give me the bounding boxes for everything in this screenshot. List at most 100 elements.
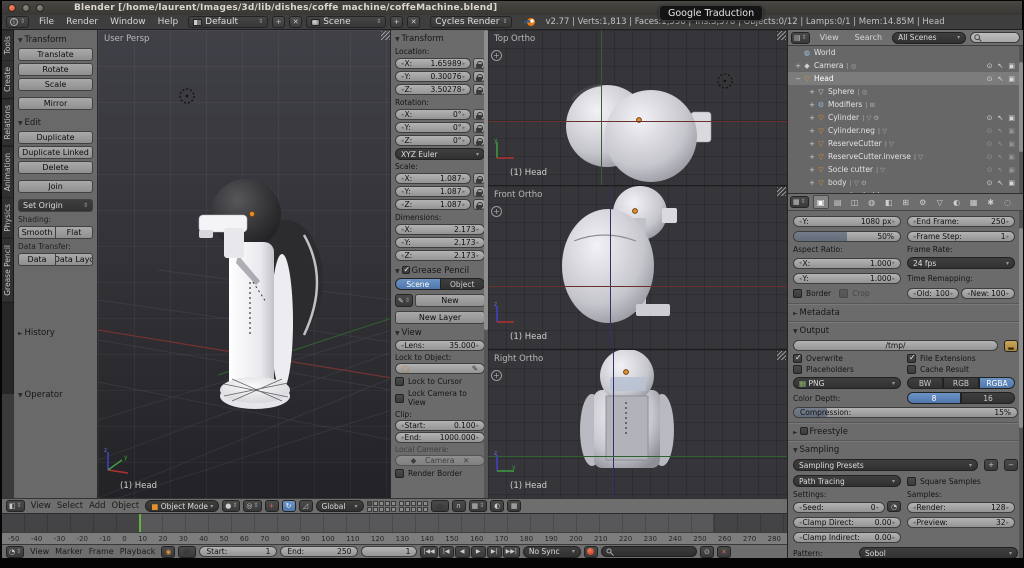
outliner-row[interactable]: + ▽ Socle cutter | ▽ ⊙ ↖ ▣ <box>788 163 1023 176</box>
expand-toggle-icon[interactable]: + <box>808 88 816 96</box>
edit-panel-header[interactable]: Edit <box>18 118 93 128</box>
sync-dropdown[interactable]: No Sync <box>522 545 581 558</box>
visibility-eye-icon[interactable]: ⊙ <box>987 75 993 83</box>
delete-keyframe-icon[interactable]: ✕ <box>716 545 731 558</box>
render-opengl-icon[interactable]: ◐ <box>490 500 505 512</box>
pivot-center-dropdown[interactable]: ◎ ⇕ <box>243 500 262 512</box>
expand-toggle-icon[interactable]: + <box>808 153 816 161</box>
manipulator-rotate-icon[interactable]: ↻ <box>281 500 296 512</box>
join-button[interactable]: Join <box>18 180 93 193</box>
close-scene-button[interactable]: ✕ <box>407 16 421 28</box>
visibility-eye-icon[interactable]: ⊙ <box>987 179 993 187</box>
clip-end-field[interactable]: End: 1000.000 <box>395 432 485 443</box>
lock-to-cursor-checkbox[interactable] <box>395 377 404 386</box>
manipulator-translate-icon[interactable]: + <box>264 500 279 512</box>
rgba-option[interactable]: RGBA <box>979 377 1015 389</box>
expand-toggle-icon[interactable]: + <box>808 127 816 135</box>
lock-camera-checkbox[interactable] <box>395 393 404 403</box>
properties-tab[interactable]: ◍ <box>864 195 880 209</box>
lens-field[interactable]: Lens: 35.000 <box>395 340 485 351</box>
renderable-camera-icon[interactable]: ▣ <box>1008 62 1015 70</box>
new-layer-button[interactable]: New Layer <box>395 311 485 324</box>
outliner-search-menu[interactable]: Search <box>849 33 888 42</box>
outliner-row[interactable]: + ▽ body | ▽ ⚙ ⊙ ↖ ▣ <box>788 176 1023 189</box>
grease-pencil-panel-header[interactable]: Grease Pencil <box>395 265 485 276</box>
visibility-eye-icon[interactable]: ⊙ <box>987 153 993 161</box>
area-resize-corner[interactable] <box>777 187 786 196</box>
menu-item[interactable]: File <box>33 17 60 27</box>
compression-slider[interactable]: Compression: 15% <box>793 407 1018 418</box>
selectable-arrow-icon[interactable]: ↖ <box>998 153 1004 161</box>
selectable-arrow-icon[interactable]: ↖ <box>998 127 1004 135</box>
selectable-arrow-icon[interactable]: ↖ <box>998 75 1004 83</box>
expand-toggle-icon[interactable]: + <box>794 62 802 70</box>
placeholders-checkbox[interactable] <box>793 365 802 374</box>
cache-result-checkbox[interactable] <box>907 365 916 374</box>
viewport-right[interactable]: Right Ortho + yz (1) Head <box>488 350 787 498</box>
view-panel-header[interactable]: View <box>395 328 485 338</box>
editor-type-icon[interactable]: ◔ ⇕ <box>6 545 25 558</box>
file-extensions-checkbox[interactable] <box>907 353 916 363</box>
grease-new-button[interactable]: New <box>414 294 485 307</box>
record-range-icon[interactable]: ◉ <box>161 545 176 558</box>
rotation-field[interactable]: Z:0° <box>395 135 471 146</box>
layout-selector[interactable]: Default ⇕ <box>188 16 269 28</box>
duplicate-linked-button[interactable]: Duplicate Linked <box>18 146 93 159</box>
add-layout-button[interactable]: + <box>272 16 286 28</box>
properties-tab[interactable]: ▦ <box>966 195 982 209</box>
tool-shelf-tab[interactable]: Grease Pencil <box>2 238 13 303</box>
properties-tab[interactable]: ◐ <box>949 195 965 209</box>
tool-shelf-tab[interactable]: Animation <box>2 146 13 199</box>
set-origin-dropdown[interactable]: Set Origin ⇕ <box>18 199 93 212</box>
properties-tab[interactable]: ✱ <box>983 195 999 209</box>
properties-scrollbar[interactable] <box>1019 211 1023 558</box>
layers-grid-1[interactable] <box>366 500 396 512</box>
display-mode-dropdown[interactable]: All Scenes <box>892 31 967 44</box>
timeline-menu-item[interactable]: View <box>27 547 52 556</box>
visibility-eye-icon[interactable]: ⊙ <box>987 62 993 70</box>
scale-field[interactable]: Z:1.087 <box>395 199 471 210</box>
crop-checkbox[interactable] <box>839 289 849 298</box>
title-bar[interactable]: Blender [/home/laurent/Images/3d/lib/dis… <box>2 1 1022 15</box>
properties-tab[interactable]: ◌ <box>1000 195 1016 209</box>
area-resize-corner[interactable] <box>777 31 786 40</box>
menu-item[interactable]: Render <box>60 17 104 27</box>
dimension-field[interactable]: X:2.173 <box>395 224 485 235</box>
pattern-dropdown[interactable]: Sobol <box>859 547 1018 558</box>
clock-icon[interactable]: ◔ <box>887 501 901 512</box>
location-field[interactable]: X:1.65989 <box>395 58 471 69</box>
color-depth-toggle[interactable]: 8 16 <box>907 392 1015 404</box>
jump-to-end-button[interactable]: ▶▶| <box>502 545 520 558</box>
start-frame-field[interactable]: Start: 1 <box>199 546 278 557</box>
render-samples-field[interactable]: Render: 128 <box>907 502 1015 513</box>
snap-element-dropdown[interactable]: ▦ ⇕ <box>468 500 488 512</box>
tool-shelf-tab[interactable]: Create <box>2 61 13 100</box>
aspect-y-field[interactable]: Y: 1.000 <box>793 273 901 284</box>
color-mode-toggle[interactable]: BW RGB RGBA <box>907 377 1015 389</box>
timeline-keyframe-area[interactable] <box>2 513 787 533</box>
clear-icon[interactable]: ✕ <box>463 456 469 465</box>
properties-tab[interactable]: ⊞ <box>898 195 914 209</box>
editor-type-icon[interactable]: ◧ ⇕ <box>6 500 25 512</box>
depth-8-option[interactable]: 8 <box>907 392 961 404</box>
selectable-arrow-icon[interactable]: ↖ <box>998 140 1004 148</box>
outliner-scrollbar[interactable] <box>1019 46 1023 193</box>
selectable-arrow-icon[interactable]: ↖ <box>998 166 1004 174</box>
frame-step-field[interactable]: Frame Step: 1 <box>907 231 1015 242</box>
info-menu[interactable]: i ⇕ <box>6 16 30 28</box>
clip-start-field[interactable]: Start: 0.100 <box>395 420 485 431</box>
data-layout-button[interactable]: Data Layo <box>56 253 93 266</box>
integrator-dropdown[interactable]: Path Tracing <box>793 475 901 487</box>
grease-object-option[interactable]: Object <box>440 278 485 290</box>
sampling-presets-dropdown[interactable]: Sampling Presets <box>793 459 978 471</box>
remap-old-field[interactable]: Old:100 <box>907 288 960 299</box>
scale-button[interactable]: Scale <box>18 78 93 91</box>
freestyle-panel-header[interactable]: Freestyle <box>793 427 1018 437</box>
mirror-button[interactable]: Mirror <box>18 97 93 110</box>
menu-item[interactable]: Window <box>104 17 152 27</box>
depth-16-option[interactable]: 16 <box>961 392 1015 404</box>
expand-toggle-icon[interactable]: + <box>808 114 816 122</box>
flat-button[interactable]: Flat <box>56 226 93 239</box>
translate-button[interactable]: Translate <box>18 48 93 61</box>
metadata-panel-header[interactable]: Metadata <box>793 308 1018 318</box>
